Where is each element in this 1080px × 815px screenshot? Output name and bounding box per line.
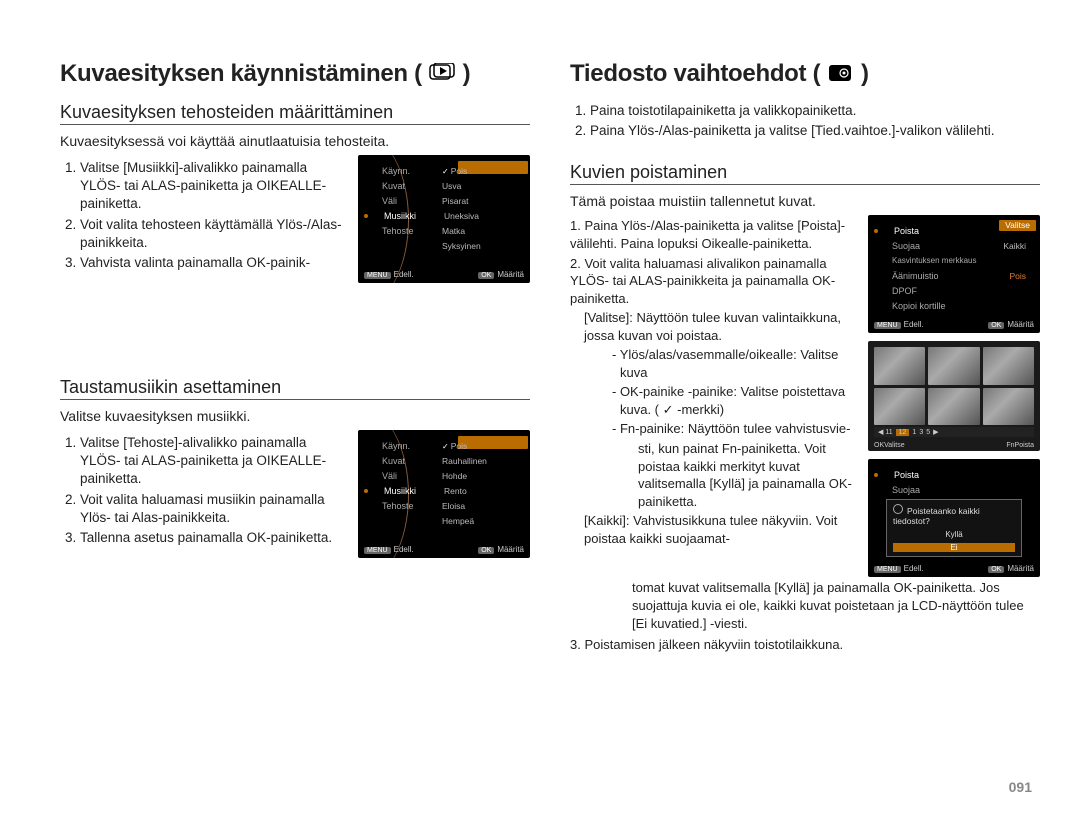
page-number: 091 [1009, 779, 1032, 795]
slideshow-icon [428, 63, 456, 83]
del-bul3b: sti, kun painat Fn-painiketta. Voit pois… [570, 440, 852, 510]
sec1-heading: Kuvaesityksen tehosteiden määrittäminen [60, 102, 530, 125]
effects-menu-screenshot: Käynn.✓Pois KuvatUsva VäliPisarat Musiik… [358, 155, 530, 283]
sec1-intro: Kuvaesityksessä voi käyttää ainutlaatuis… [60, 133, 530, 149]
del-bul2: - OK-painike -painike: Valitse poistetta… [570, 383, 852, 418]
left-column: Kuvaesityksen käynnistäminen ( ) Kuvaesi… [60, 60, 530, 656]
dialog-no: Ei [893, 543, 1015, 552]
sec2-intro: Valitse kuvaesityksen musiikki. [60, 408, 530, 424]
list-item: Paina toistotilapainiketta ja valikkopai… [590, 102, 1040, 120]
left-title: Kuvaesityksen käynnistäminen ( ) [60, 60, 530, 88]
music-menu-screenshot: Käynn.✓Pois KuvatRauhallinen VäliHohde M… [358, 430, 530, 558]
del-bul1: - Ylös/alas/vasemmalle/oikealle: Valitse… [570, 346, 852, 381]
top-steps: Paina toistotilapainiketta ja valikkopai… [570, 102, 1040, 140]
left-title-text: Kuvaesityksen käynnistäminen ( [60, 60, 422, 87]
list-item: Voit valita tehosteen käyttämällä Ylös-/… [80, 216, 342, 252]
delete-intro: Tämä poistaa muistiin tallennetut kuvat. [570, 193, 1040, 209]
dialog-yes: Kyllä [893, 530, 1015, 539]
del-step3: Poistamisen jälkeen näkyviin toistotilai… [584, 637, 843, 652]
list-item: Valitse [Tehoste]-alivalikko painamalla … [80, 434, 342, 489]
delete-menu-screenshot: Valitse Poista SuojaaKaikki Kasvintuksen… [868, 215, 1040, 333]
sec2-heading: Taustamusiikin asettaminen [60, 377, 530, 400]
list-item: Voit valita haluamasi musiikin painamall… [80, 491, 342, 527]
left-title-end: ) [463, 60, 471, 87]
sec2-steps: Valitse [Tehoste]-alivalikko painamalla … [60, 434, 342, 547]
del-kaikki: [Kaikki]: Vahvistusikkuna tulee näkyviin… [570, 512, 852, 547]
del-step2: Voit valita haluamasi alivalikon painama… [570, 256, 835, 306]
sec1-steps: Valitse [Musiikki]-alivalikko painamalla… [60, 159, 342, 272]
delete-heading: Kuvien poistaminen [570, 162, 1040, 185]
confirm-dialog: Poistetaanko kaikki tiedostot? Kyllä Ei [886, 499, 1022, 557]
del-kaikki-cont: tomat kuvat valitsemalla [Kyllä] ja pain… [570, 579, 1040, 632]
thumbnail-select-screenshot: ◀ 1112135▶ OKValitseFnPoista [868, 341, 1040, 451]
confirm-delete-screenshot: Poista Suojaa Poistetaanko kaikki tiedos… [868, 459, 1040, 577]
right-column: Tiedosto vaihtoehdot ( ) Paina toistotil… [570, 60, 1040, 656]
del-step1: Paina Ylös-/Alas-painiketta ja valitse [… [570, 218, 845, 251]
del-valitse: [Valitse]: Näyttöön tulee kuvan valintai… [570, 309, 852, 344]
del-bul3a: - Fn-painike: Näyttöön tulee vahvistusvi… [570, 420, 852, 438]
list-item: Tallenna asetus painamalla OK-painiketta… [80, 529, 342, 547]
right-title-text: Tiedosto vaihtoehdot ( [570, 60, 820, 87]
list-item: Vahvista valinta painamalla OK-painik- [80, 254, 342, 272]
right-title: Tiedosto vaihtoehdot ( ) [570, 60, 1040, 88]
file-options-icon [827, 63, 855, 83]
list-item: Paina Ylös-/Alas-painiketta ja valitse [… [590, 122, 1040, 140]
right-title-end: ) [861, 60, 869, 87]
list-item: Valitse [Musiikki]-alivalikko painamalla… [80, 159, 342, 214]
